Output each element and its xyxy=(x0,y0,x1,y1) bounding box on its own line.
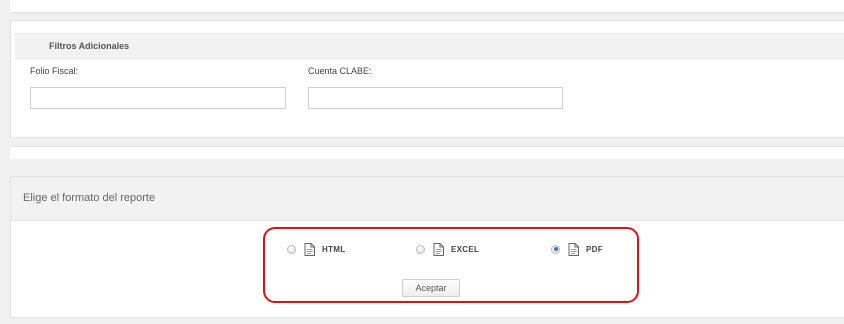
report-format-title: Elige el formato del reporte xyxy=(23,192,156,204)
additional-filters-title: Filtros Adicionales xyxy=(49,41,130,51)
html-radio[interactable] xyxy=(287,244,296,254)
excel-radio[interactable] xyxy=(416,244,425,254)
format-option-html[interactable]: HTML xyxy=(287,241,345,257)
cuenta-clabe-label: Cuenta CLABE: xyxy=(308,66,372,76)
top-panel-edge xyxy=(10,0,844,13)
additional-filters-panel: Filtros Adicionales Folio Fiscal: Cuenta… xyxy=(10,20,844,138)
report-format-header: Elige el formato del reporte xyxy=(11,177,844,221)
folio-fiscal-input[interactable] xyxy=(30,87,286,109)
section-separator xyxy=(10,146,844,159)
pdf-option-label: PDF xyxy=(586,244,603,254)
html-document-icon xyxy=(304,242,315,256)
additional-filters-header: Filtros Adicionales xyxy=(15,33,844,59)
format-option-pdf[interactable]: PDF xyxy=(551,241,603,257)
excel-document-icon xyxy=(433,242,444,256)
excel-option-label: EXCEL xyxy=(451,244,480,254)
html-option-label: HTML xyxy=(322,244,346,254)
cuenta-clabe-input[interactable] xyxy=(308,87,563,109)
pdf-document-icon xyxy=(568,242,579,256)
report-format-panel: Elige el formato del reporte HTML EXCEL xyxy=(10,176,844,318)
format-option-excel[interactable]: EXCEL xyxy=(416,241,479,257)
accept-button[interactable]: Aceptar xyxy=(402,279,460,297)
folio-fiscal-label: Folio Fiscal: xyxy=(30,66,79,76)
pdf-radio[interactable] xyxy=(551,244,560,254)
